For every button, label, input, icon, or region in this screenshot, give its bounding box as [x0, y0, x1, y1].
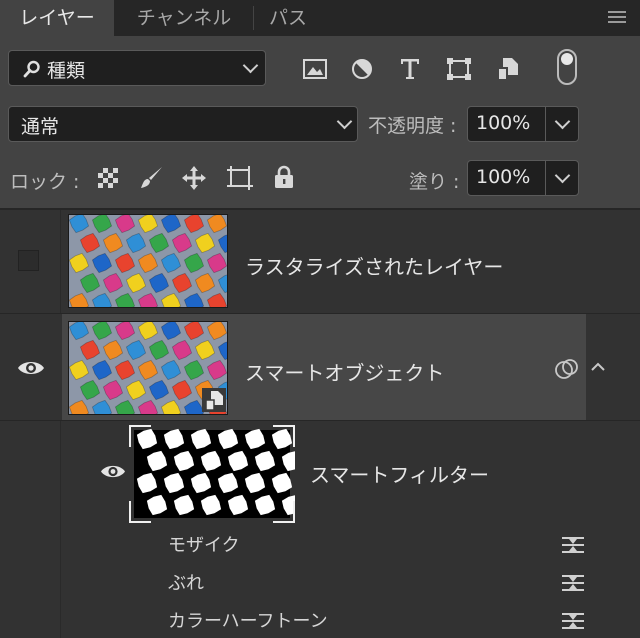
filter-toggle-switch[interactable]: [557, 49, 577, 85]
panel-tab-bar: レイヤー チャンネル パス: [0, 0, 640, 36]
blending-options-icon[interactable]: [560, 535, 586, 555]
smart-filter-group: スマートフィルター モザイク ぶれ カラーハーフトーン: [0, 421, 640, 638]
chevron-down-icon: [242, 57, 259, 74]
smart-object-badge-icon: [202, 388, 226, 412]
type-filter-icon[interactable]: [400, 58, 420, 80]
lock-all-icon[interactable]: [274, 165, 294, 189]
blend-row: 通常 不透明度 : 100%: [0, 98, 640, 150]
smart-filter-mask-thumbnail[interactable]: [129, 425, 303, 523]
visibility-toggle-empty[interactable]: [18, 250, 39, 271]
opacity-field[interactable]: 100%: [467, 106, 579, 142]
chevron-up-collapse-icon[interactable]: [590, 361, 606, 373]
layer-thumbnail-umbrellas: [68, 214, 228, 308]
fill-value: 100%: [476, 166, 531, 188]
tab-paths[interactable]: パス: [254, 0, 322, 36]
filter-item-mosaic[interactable]: モザイク: [168, 531, 240, 557]
smart-object-filter-icon[interactable]: [497, 57, 519, 81]
layer-name[interactable]: スマートオブジェクト: [245, 357, 444, 386]
lock-image-pixels-brush-icon[interactable]: [140, 166, 164, 190]
tab-layers[interactable]: レイヤー: [0, 0, 114, 36]
smart-filter-indicator-icon: [555, 359, 578, 379]
chevron-down-icon[interactable]: [554, 167, 571, 184]
shape-filter-icon[interactable]: [447, 58, 471, 80]
adjustment-filter-icon[interactable]: [351, 58, 373, 80]
filter-item-color-halftone[interactable]: カラーハーフトーン: [168, 607, 328, 633]
opacity-value: 100%: [476, 112, 531, 134]
blend-mode-label: 通常: [21, 116, 60, 138]
image-filter-icon[interactable]: [303, 59, 327, 79]
chevron-down-icon: [336, 113, 353, 130]
smart-filter-label: スマートフィルター: [310, 463, 489, 487]
tab-channels[interactable]: チャンネル: [116, 0, 252, 36]
lock-row: ロック : 塗り : 100%: [0, 150, 640, 208]
blending-options-icon[interactable]: [560, 573, 586, 593]
fill-label: 塗り :: [409, 171, 460, 193]
layer-row-rasterized[interactable]: ラスタライズされたレイヤー: [0, 210, 640, 313]
lock-artboard-icon[interactable]: [226, 165, 254, 191]
eye-visibility-icon[interactable]: [17, 359, 45, 377]
fill-field[interactable]: 100%: [467, 160, 579, 196]
lock-label: ロック :: [10, 171, 80, 193]
filter-kind-select[interactable]: 種類: [8, 50, 266, 86]
blending-options-icon[interactable]: [560, 611, 586, 631]
filter-row: 種類: [0, 36, 640, 98]
layer-row-smart-object[interactable]: スマートオブジェクト: [0, 314, 640, 420]
layer-name[interactable]: ラスタライズされたレイヤー: [245, 251, 503, 280]
filter-item-blur[interactable]: ぶれ: [168, 569, 204, 595]
eye-visibility-icon[interactable]: [100, 463, 126, 480]
filter-kind-label: 種類: [47, 60, 86, 82]
opacity-label: 不透明度 :: [368, 115, 457, 137]
chevron-down-icon[interactable]: [554, 113, 571, 130]
search-icon: [23, 60, 40, 78]
lock-position-move-icon[interactable]: [181, 165, 207, 191]
lock-transparent-pixels-icon[interactable]: [98, 168, 118, 188]
blend-mode-select[interactable]: 通常: [8, 106, 358, 142]
panel-menu-icon[interactable]: [608, 11, 626, 24]
